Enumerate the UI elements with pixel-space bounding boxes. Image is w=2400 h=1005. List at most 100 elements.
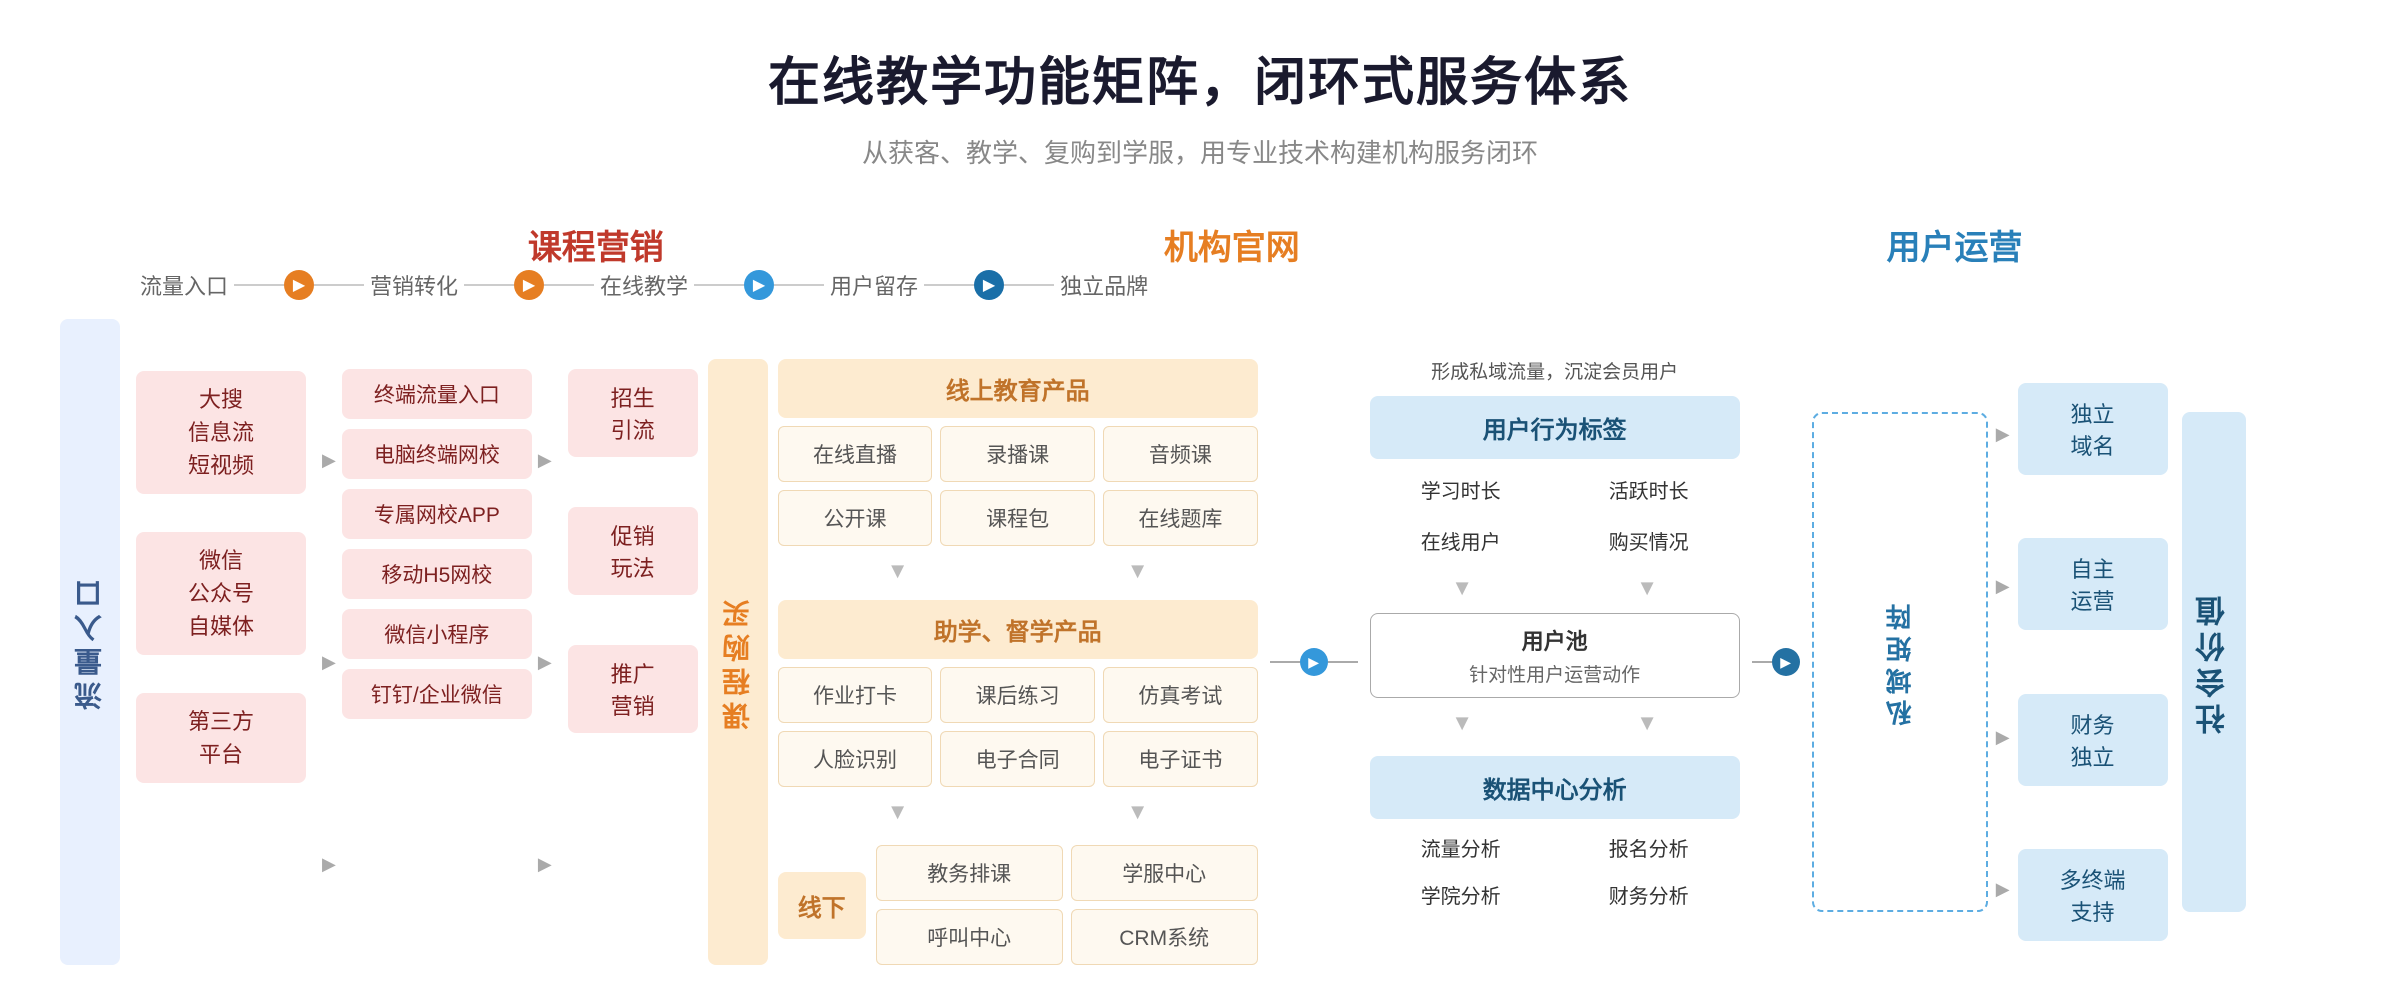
data-cell-2: 学院分析: [1370, 874, 1552, 915]
traffic-box-1: 微信公众号自媒体: [136, 532, 306, 655]
offline-cell-1: 学服中心: [1071, 845, 1258, 901]
conv-box-2: 推广营销: [568, 645, 698, 733]
social-value-wrapper: 社会价值: [2182, 359, 2246, 965]
mkt-box-1: 电脑终端网校: [342, 429, 532, 479]
edu-cell-3: 公开课: [778, 490, 933, 546]
offline-cell-2: 呼叫中心: [876, 909, 1063, 965]
page-subtitle: 从获客、教学、复购到学服，用专业技术构建机构服务闭环: [60, 133, 2340, 170]
edu-product-grid: 在线直播 录播课 音频课 公开课 课程包 在线题库: [778, 426, 1258, 546]
arrow-circle-orange-1: ▶: [284, 270, 314, 300]
assist-cell-2: 仿真考试: [1103, 667, 1258, 723]
data-grid: 流量分析 报名分析 学院分析 财务分析: [1370, 827, 1740, 915]
flow-area: 流量入口 大搜信息流短视频 微信公众号自媒体 第三方平台 ▶ ▶ ▶ 终端流量入…: [60, 319, 2340, 965]
assist-cell-3: 人脸识别: [778, 731, 933, 787]
conv-box-0: 招生引流: [568, 369, 698, 457]
arrow-circle-blue-1: ▶: [744, 270, 774, 300]
mkt-arrows: ▶ ▶ ▶: [532, 319, 558, 965]
barr-1: ▶: [1996, 424, 2010, 445]
label-brand: 独立品牌: [1060, 269, 1148, 301]
edu-cell-5: 在线题库: [1103, 490, 1258, 546]
down-arrows-1: ▼ ▼: [778, 558, 1258, 584]
traffic-arrows: ▶ ▶ ▶: [316, 319, 342, 965]
assist-cell-1: 课后练习: [940, 667, 1095, 723]
traffic-box-0: 大搜信息流短视频: [136, 371, 306, 494]
data-cell-1: 报名分析: [1558, 827, 1740, 868]
brand-col: 独立域名 自主运营 财务独立 多终端支持: [2018, 359, 2168, 965]
offline-cell-0: 教务排课: [876, 845, 1063, 901]
section-operation: 用户运营: [1569, 220, 2340, 269]
conv-box-1: 促销玩法: [568, 507, 698, 595]
label-conversion: 营销转化: [370, 269, 458, 301]
label-traffic: 流量入口: [140, 269, 228, 301]
offline-label: 线下: [778, 872, 866, 939]
arrow-to-private: ▶: [1752, 359, 1800, 965]
edu-cell-1: 录播课: [940, 426, 1095, 482]
arrow-circle-orange-2: ▶: [514, 270, 544, 300]
down-arrows-3: ▼ ▼: [1370, 575, 1740, 601]
label-online: 在线教学: [600, 269, 688, 301]
da-6: ▼: [1636, 575, 1658, 601]
barr-4: ▶: [1996, 879, 2010, 900]
social-value-label: 社会价值: [2182, 412, 2246, 912]
da-4: ▼: [1127, 799, 1149, 825]
page-title: 在线教学功能矩阵，闭环式服务体系: [60, 40, 2340, 115]
da-3: ▼: [887, 799, 909, 825]
mkt-box-5: 钉钉/企业微信: [342, 669, 532, 719]
purchase-label: 课程购买: [708, 359, 768, 965]
user-pool-box: 用户池 针对性用户运营动作: [1370, 613, 1740, 698]
private-matrix-label: 私域矩阵: [1881, 598, 1918, 726]
arrow-seg-2: ▶: [464, 270, 594, 300]
conversion-col: 招生引流 促销玩法 推广营销: [568, 319, 698, 965]
brand-arrows: ▶ ▶ ▶ ▶: [1988, 319, 2018, 965]
user-retention-col: 形成私域流量，沉淀会员用户 用户行为标签 学习时长 活跃时长 在线用户 购买情况…: [1370, 359, 1740, 965]
da-1: ▼: [887, 558, 909, 584]
left-flow-label: 流量入口: [60, 319, 120, 965]
blue-arrow-circle: ▶: [1300, 648, 1328, 676]
offline-section: 线下 教务排课 学服中心 呼叫中心 CRM系统: [778, 845, 1258, 965]
assist-cell-0: 作业打卡: [778, 667, 933, 723]
da-5: ▼: [1451, 575, 1473, 601]
assist-cell-5: 电子证书: [1103, 731, 1258, 787]
section-marketing: 课程营销: [297, 220, 894, 269]
da-2: ▼: [1127, 558, 1149, 584]
brand-box-3: 多终端支持: [2018, 849, 2168, 941]
edu-cell-4: 课程包: [940, 490, 1095, 546]
edu-product-title: 线上教育产品: [778, 359, 1258, 418]
data-cell-3: 财务分析: [1558, 874, 1740, 915]
down-arrows-4: ▼ ▼: [1370, 710, 1740, 736]
da-7: ▼: [1451, 710, 1473, 736]
offline-grid: 教务排课 学服中心 呼叫中心 CRM系统: [876, 845, 1258, 965]
arr-m1: ▶: [538, 450, 552, 471]
arr-1: ▶: [322, 450, 336, 471]
arr-2: ▶: [322, 652, 336, 673]
traffic-box-2: 第三方平台: [136, 693, 306, 783]
section-official: 机构官网: [904, 220, 1559, 269]
arrow-to-retention: ▶: [1270, 359, 1358, 965]
edu-cell-2: 音频课: [1103, 426, 1258, 482]
down-arrows-2: ▼ ▼: [778, 799, 1258, 825]
flow-label-row: 流量入口 ▶ 营销转化 ▶ 在线教学 ▶ 用户留存 ▶ 独立品牌: [60, 269, 2340, 301]
arr-3: ▶: [322, 854, 336, 875]
mkt-box-3: 移动H5网校: [342, 549, 532, 599]
barr-3: ▶: [1996, 727, 2010, 748]
data-cell-0: 流量分析: [1370, 827, 1552, 868]
btag-0: 学习时长: [1370, 467, 1552, 512]
data-center-box: 数据中心分析: [1370, 756, 1740, 819]
btag-1: 活跃时长: [1558, 467, 1740, 512]
arr-m3: ▶: [538, 854, 552, 875]
page-container: 在线教学功能矩阵，闭环式服务体系 从获客、教学、复购到学服，用专业技术构建机构服…: [0, 0, 2400, 1005]
arrow-seg-1: ▶: [234, 270, 364, 300]
traffic-col: 大搜信息流短视频 微信公众号自媒体 第三方平台: [136, 319, 306, 965]
mkt-box-0: 终端流量入口: [342, 369, 532, 419]
mkt-box-4: 微信小程序: [342, 609, 532, 659]
arrow-circle-blue-2: ▶: [974, 270, 1004, 300]
label-retention: 用户留存: [830, 269, 918, 301]
section-headers: 课程营销 机构官网 用户运营: [220, 220, 2340, 269]
private-matrix-box: 私域矩阵: [1812, 412, 1988, 912]
brand-box-0: 独立域名: [2018, 383, 2168, 475]
brand-box-2: 财务独立: [2018, 694, 2168, 786]
edu-cell-0: 在线直播: [778, 426, 933, 482]
assist-cell-4: 电子合同: [940, 731, 1095, 787]
online-edu-section: 线上教育产品 在线直播 录播课 音频课 公开课 课程包 在线题库 ▼ ▼ 助学、…: [778, 359, 1258, 965]
arrow-seg-3: ▶: [694, 270, 824, 300]
